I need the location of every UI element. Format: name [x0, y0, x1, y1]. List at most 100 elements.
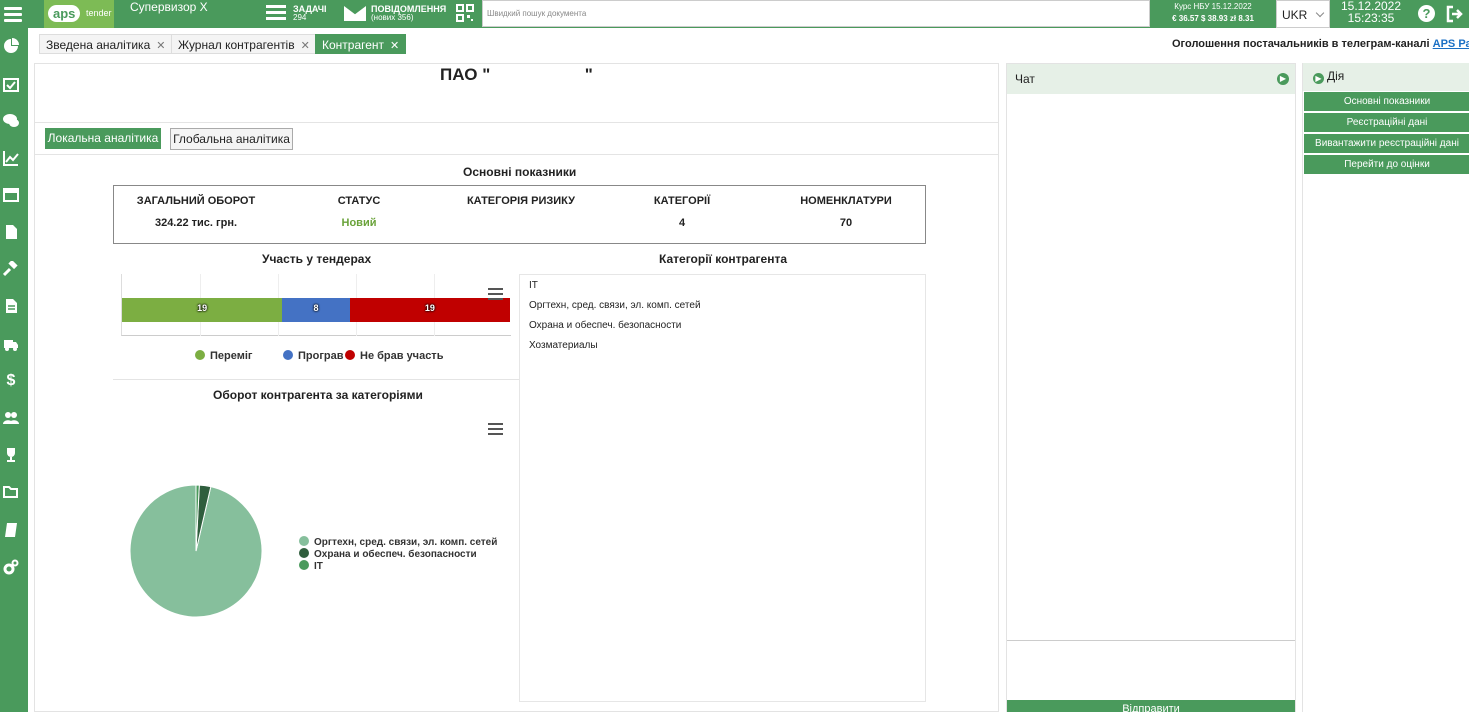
counterparty-panel: ПАО " " Локальна аналітика Глобальна ана… [34, 63, 999, 712]
kpi-value: 70 [839, 217, 853, 229]
list-item: Хозматериалы [529, 340, 598, 351]
arrow-right-icon[interactable]: ▶ [1313, 73, 1324, 84]
chat-message-input[interactable] [1007, 640, 1295, 698]
registration-data-button[interactable]: Реєстраційні дані [1304, 113, 1469, 132]
send-button[interactable]: Відправити [1007, 700, 1295, 712]
announcement: Оголошення постачальників в телеграм-кан… [1172, 38, 1469, 50]
arrow-right-icon[interactable]: ▶ [1277, 73, 1289, 85]
pie-chart-icon[interactable] [3, 38, 19, 54]
kpi-turnover: ЗАГАЛЬНИЙ ОБОРОТ 324.22 тис. грн. [134, 186, 258, 229]
close-icon[interactable]: ✕ [301, 40, 310, 52]
legend-item[interactable]: Не брав участь [345, 350, 443, 362]
bar-value-label: 8 [313, 303, 319, 313]
tab-counterparty[interactable]: Контрагент ✕ [315, 34, 407, 54]
logo-text: aps [48, 5, 81, 22]
tab-counterparty-journal[interactable]: Журнал контрагентів ✕ [171, 34, 317, 54]
legend-dot [345, 350, 355, 360]
tab-label: Журнал контрагентів [178, 38, 295, 52]
actions-header: ▶ Дія [1303, 63, 1469, 91]
notifications-count: (нових 356) [371, 13, 414, 22]
chart-menu-icon[interactable] [488, 423, 503, 435]
legend-item[interactable]: Охрана и обеспеч. безопасности [299, 548, 477, 560]
truck-icon[interactable] [3, 336, 19, 352]
menu-icon[interactable] [4, 4, 22, 24]
local-analytics-button[interactable]: Локальна аналітика [45, 128, 161, 149]
bar-segment[interactable]: 19 [122, 298, 283, 322]
announcement-text: Оголошення постачальників в телеграм-кан… [1172, 38, 1433, 50]
trophy-icon[interactable] [3, 447, 19, 463]
kpi-label: ЗАГАЛЬНИЙ ОБОРОТ [136, 195, 256, 207]
legend-label: Переміг [210, 350, 253, 362]
legend-item[interactable]: Програв [283, 350, 344, 362]
bar-segment[interactable]: 19 [349, 298, 510, 322]
calendar-icon[interactable] [3, 186, 19, 202]
list-item: Охрана и обеспеч. безопасности [529, 320, 682, 331]
legend-label: Оргтехн, сред. связи, эл. комп. сетей [314, 537, 498, 548]
help-icon[interactable]: ? [1418, 5, 1435, 22]
bar-value-label: 19 [424, 303, 435, 313]
file-text-icon[interactable] [3, 298, 19, 314]
logo[interactable]: aps tender [44, 0, 114, 28]
close-icon[interactable]: ✕ [390, 40, 399, 52]
tab-label: Зведена аналітика [46, 38, 151, 52]
divider [35, 122, 998, 123]
folder-open-icon[interactable] [3, 484, 19, 500]
kpi-title: Основні показники [463, 165, 577, 179]
logo-sub: tender [86, 8, 112, 18]
gavel-icon[interactable] [3, 261, 19, 277]
kpi-risk: КАТЕГОРІЯ РИЗИКУ [464, 186, 578, 217]
go-to-evaluation-button[interactable]: Перейти до оцінки [1304, 155, 1469, 174]
categories-title: Категорії контрагента [659, 252, 788, 266]
user-name[interactable]: Супервизор X [130, 0, 208, 14]
global-analytics-button[interactable]: Глобальна аналітика [170, 128, 293, 150]
tasks-icon [266, 5, 286, 21]
tenders-chart-title: Участь у тендерах [262, 252, 372, 266]
close-icon[interactable]: ✕ [156, 40, 165, 52]
tenders-chart: 19 8 19 [121, 274, 511, 336]
tabs-bar: Зведена аналітика ✕ Журнал контрагентів ✕ … [28, 28, 1469, 61]
chat-icon[interactable] [3, 113, 19, 129]
legend-item[interactable]: IT [299, 560, 323, 572]
legend-item[interactable]: Переміг [195, 350, 253, 362]
search-input[interactable]: Швидкий пошук документа [482, 0, 1150, 27]
telegram-link[interactable]: APS Разом 24/7 [1433, 38, 1469, 50]
chart-menu-icon[interactable] [488, 288, 503, 300]
list-item: IT [529, 280, 538, 291]
language-value: UKR [1282, 8, 1308, 22]
tab-summary-analytics[interactable]: Зведена аналітика ✕ [39, 34, 173, 54]
document-icon[interactable] [3, 224, 19, 240]
datetime: 15.12.2022 15:23:35 [1334, 0, 1408, 24]
settings-icon[interactable] [3, 559, 19, 575]
users-icon[interactable] [3, 410, 19, 426]
kpi-categories: КАТЕГОРІЇ 4 [647, 186, 717, 229]
kpi-label: КАТЕГОРІЇ [653, 195, 711, 207]
calendar-check-icon[interactable] [3, 76, 19, 92]
legend-label: Не брав участь [360, 350, 444, 362]
qr-code-icon[interactable] [456, 4, 474, 22]
book-icon[interactable] [3, 522, 19, 538]
dollar-icon[interactable]: $ [3, 373, 19, 389]
rates-values: € 36.57 $ 38.93 zł 8.31 [1172, 14, 1254, 23]
language-select[interactable]: UKR [1276, 0, 1330, 28]
logout-icon[interactable] [1446, 5, 1464, 23]
legend-label: Охрана и обеспеч. безопасности [314, 549, 477, 560]
line-chart-icon[interactable] [3, 150, 19, 166]
legend-dot [283, 350, 293, 360]
kpi-value: 4 [678, 217, 686, 229]
company-title: ПАО " " [440, 65, 593, 84]
tab-label: Контрагент [322, 38, 385, 52]
kpi-label: НОМЕНКЛАТУРИ [800, 195, 892, 207]
envelope-icon [344, 6, 366, 21]
kpi-status: СТАТУС Новий [324, 186, 394, 229]
chat-panel: Чат ▶ Відправити [1006, 63, 1296, 712]
legend-item[interactable]: Оргтехн, сред. связи, эл. комп. сетей [299, 536, 497, 548]
download-registration-button[interactable]: Вивантажити реєстраційні дані [1304, 134, 1469, 153]
time: 15:23:35 [1347, 11, 1395, 25]
bar-segment[interactable]: 8 [282, 298, 350, 322]
kpi-box: ЗАГАЛЬНИЙ ОБОРОТ 324.22 тис. грн. СТАТУС… [113, 185, 926, 244]
kpi-value: 324.22 тис. грн. [154, 217, 238, 229]
main-indicators-button[interactable]: Основні показники [1304, 92, 1469, 111]
actions-title: Дія [1327, 69, 1345, 83]
categories-list: IT Оргтехн, сред. связи, эл. комп. сетей… [519, 274, 926, 702]
legend-dot [195, 350, 205, 360]
